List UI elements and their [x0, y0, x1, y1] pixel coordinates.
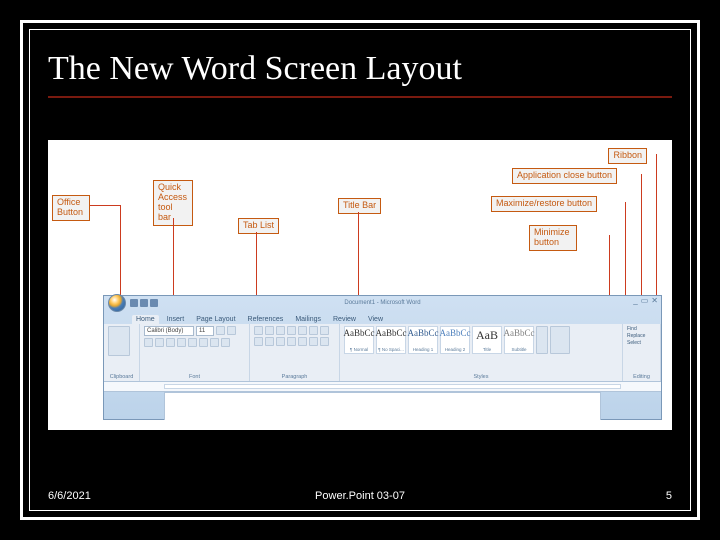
- group-font: Calibri (Body) 11: [140, 324, 250, 381]
- label-ribbon: Ribbon: [608, 148, 647, 164]
- group-editing: Find Replace Select Editing: [623, 324, 661, 381]
- font-size-combo[interactable]: 11: [196, 326, 214, 336]
- find-button[interactable]: Find: [627, 326, 645, 332]
- document-page[interactable]: [164, 392, 601, 420]
- grow-font-icon[interactable]: [216, 326, 225, 335]
- arrow-office-button: [90, 205, 120, 206]
- word-window: Document1 - Microsoft Word _ ▭ ✕ Home In…: [103, 295, 662, 420]
- group-paragraph: Paragraph: [250, 324, 340, 381]
- title-underline: [48, 96, 672, 98]
- label-title-bar: Title Bar: [338, 198, 381, 214]
- justify-button[interactable]: [287, 337, 296, 346]
- minimize-button[interactable]: _: [633, 296, 637, 306]
- arrow-maximize: [625, 202, 626, 300]
- slide-inner-frame: The New Word Screen Layout Office Button…: [29, 29, 691, 511]
- titlebar-text: Document1 - Microsoft Word: [104, 300, 661, 306]
- window-controls: _ ▭ ✕: [633, 296, 658, 306]
- font-color-button[interactable]: [221, 338, 230, 347]
- increase-indent-button[interactable]: [298, 326, 307, 335]
- align-left-button[interactable]: [254, 337, 263, 346]
- slide-footer: 6/6/2021 Power.Point 03-07 5: [48, 490, 672, 502]
- close-button[interactable]: ✕: [651, 296, 658, 306]
- group-editing-label: Editing: [627, 373, 656, 380]
- arrow-quick-access: [173, 218, 174, 298]
- replace-button[interactable]: Replace: [627, 333, 645, 339]
- ribbon-tabs: Home Insert Page Layout References Maili…: [104, 310, 661, 324]
- word-titlebar: Document1 - Microsoft Word _ ▭ ✕: [104, 296, 661, 310]
- tab-view[interactable]: View: [364, 315, 387, 324]
- tab-review[interactable]: Review: [329, 315, 360, 324]
- styles-more-button[interactable]: [536, 326, 548, 354]
- group-clipboard-label: Clipboard: [108, 373, 135, 380]
- arrow-app-close: [641, 174, 642, 300]
- figure-area: Office Button Quick Access tool bar Tab …: [48, 140, 672, 430]
- style-no-spacing[interactable]: AaBbCc¶ No Spaci...: [376, 326, 406, 354]
- superscript-button[interactable]: [199, 338, 208, 347]
- paste-button[interactable]: [108, 326, 130, 356]
- multilevel-button[interactable]: [276, 326, 285, 335]
- tab-references[interactable]: References: [244, 315, 288, 324]
- slide-outer-frame: The New Word Screen Layout Office Button…: [20, 20, 700, 520]
- label-app-close: Application close button: [512, 168, 617, 184]
- tab-page-layout[interactable]: Page Layout: [192, 315, 239, 324]
- change-styles-button[interactable]: [550, 326, 570, 354]
- decrease-indent-button[interactable]: [287, 326, 296, 335]
- numbering-button[interactable]: [265, 326, 274, 335]
- shading-button[interactable]: [309, 337, 318, 346]
- style-subtitle[interactable]: AaBbCcSubtitle: [504, 326, 534, 354]
- arrow-office-button-v: [120, 205, 121, 297]
- font-name-combo[interactable]: Calibri (Body): [144, 326, 194, 336]
- label-office-button: Office Button: [52, 195, 90, 221]
- underline-button[interactable]: [166, 338, 175, 347]
- label-tab-list: Tab List: [238, 218, 279, 234]
- ribbon: Clipboard Calibri (Body) 11: [104, 324, 661, 382]
- style-title[interactable]: AaBTitle: [472, 326, 502, 354]
- align-right-button[interactable]: [276, 337, 285, 346]
- highlight-button[interactable]: [210, 338, 219, 347]
- tab-insert[interactable]: Insert: [163, 315, 189, 324]
- select-button[interactable]: Select: [627, 340, 645, 346]
- slide-title: The New Word Screen Layout: [30, 30, 690, 96]
- bullets-button[interactable]: [254, 326, 263, 335]
- maximize-button[interactable]: ▭: [641, 296, 649, 306]
- footer-source: Power.Point 03-07: [48, 490, 672, 502]
- ruler[interactable]: [104, 382, 661, 392]
- tab-mailings[interactable]: Mailings: [291, 315, 325, 324]
- label-maximize: Maximize/restore button: [491, 196, 597, 212]
- arrow-minimize: [609, 235, 610, 300]
- style-normal[interactable]: AaBbCc¶ Normal: [344, 326, 374, 354]
- group-styles-label: Styles: [344, 373, 618, 380]
- style-heading1[interactable]: AaBbCcHeading 1: [408, 326, 438, 354]
- show-marks-button[interactable]: [320, 326, 329, 335]
- sort-button[interactable]: [309, 326, 318, 335]
- label-minimize: Minimize button: [529, 225, 577, 251]
- strike-button[interactable]: [177, 338, 186, 347]
- group-styles: AaBbCc¶ Normal AaBbCc¶ No Spaci... AaBbC…: [340, 324, 623, 381]
- bold-button[interactable]: [144, 338, 153, 347]
- borders-button[interactable]: [320, 337, 329, 346]
- subscript-button[interactable]: [188, 338, 197, 347]
- style-heading2[interactable]: AaBbCcHeading 2: [440, 326, 470, 354]
- align-center-button[interactable]: [265, 337, 274, 346]
- shrink-font-icon[interactable]: [227, 326, 236, 335]
- group-font-label: Font: [144, 373, 245, 380]
- group-clipboard: Clipboard: [104, 324, 140, 381]
- italic-button[interactable]: [155, 338, 164, 347]
- tab-home[interactable]: Home: [132, 315, 159, 324]
- arrow-title-bar: [358, 212, 359, 298]
- group-paragraph-label: Paragraph: [254, 373, 335, 380]
- line-spacing-button[interactable]: [298, 337, 307, 346]
